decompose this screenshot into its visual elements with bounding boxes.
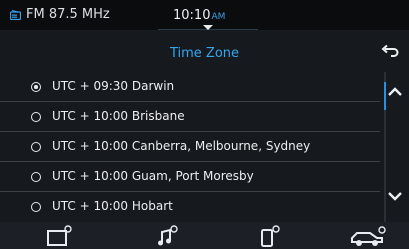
- screen-settings-icon: [47, 225, 72, 246]
- tab-screen-settings[interactable]: [0, 222, 102, 249]
- radio-icon[interactable]: [31, 112, 41, 122]
- clock-time: 10:10: [173, 8, 211, 23]
- tab-phone-settings[interactable]: [204, 222, 306, 249]
- title-bar: Time Zone: [0, 30, 409, 72]
- chevron-down-icon[interactable]: [385, 186, 405, 206]
- sound-settings-icon: [158, 225, 178, 246]
- clock[interactable]: 10:10AM: [173, 8, 225, 23]
- timezone-label: UTC + 10:00 Canberra, Melbourne, Sydney: [52, 139, 311, 153]
- timezone-screen: FM 87.5 MHz 10:10AM Time Zone UTC + 09:3…: [0, 0, 409, 249]
- back-arrow-icon[interactable]: [381, 44, 399, 60]
- scrollbar[interactable]: [380, 72, 409, 222]
- chevron-up-icon[interactable]: [385, 82, 405, 102]
- page-title: Time Zone: [169, 46, 240, 61]
- timezone-label: UTC + 10:00 Hobart: [52, 199, 173, 213]
- status-bar: FM 87.5 MHz 10:10AM: [0, 0, 409, 30]
- vehicle-settings-icon: [351, 226, 386, 246]
- timezone-list: UTC + 09:30 Darwin UTC + 10:00 Brisbane …: [0, 72, 380, 222]
- timezone-label: UTC + 10:00 Guam, Port Moresby: [52, 169, 254, 183]
- timezone-label: UTC + 10:00 Brisbane: [52, 109, 185, 123]
- timezone-item[interactable]: UTC + 10:00 Canberra, Melbourne, Sydney: [0, 132, 380, 162]
- timezone-item[interactable]: UTC + 10:00 Hobart: [0, 192, 380, 222]
- timezone-label: UTC + 09:30 Darwin: [52, 79, 175, 93]
- bottom-bar: [0, 222, 409, 249]
- timezone-item[interactable]: UTC + 10:00 Guam, Port Moresby: [0, 162, 380, 192]
- radio-source-label: FM 87.5 MHz: [26, 7, 110, 22]
- timezone-item[interactable]: UTC + 10:00 Brisbane: [0, 102, 380, 132]
- timezone-item[interactable]: UTC + 09:30 Darwin: [0, 72, 380, 102]
- tab-sound-settings[interactable]: [102, 222, 204, 249]
- radio-icon[interactable]: [31, 172, 41, 182]
- radio-icon: [10, 10, 21, 20]
- radio-selected-icon[interactable]: [31, 82, 41, 92]
- tab-vehicle-settings[interactable]: [306, 222, 408, 249]
- radio-icon[interactable]: [31, 142, 41, 152]
- clock-ampm: AM: [211, 12, 226, 22]
- phone-settings-icon: [261, 225, 280, 247]
- radio-icon[interactable]: [31, 202, 41, 212]
